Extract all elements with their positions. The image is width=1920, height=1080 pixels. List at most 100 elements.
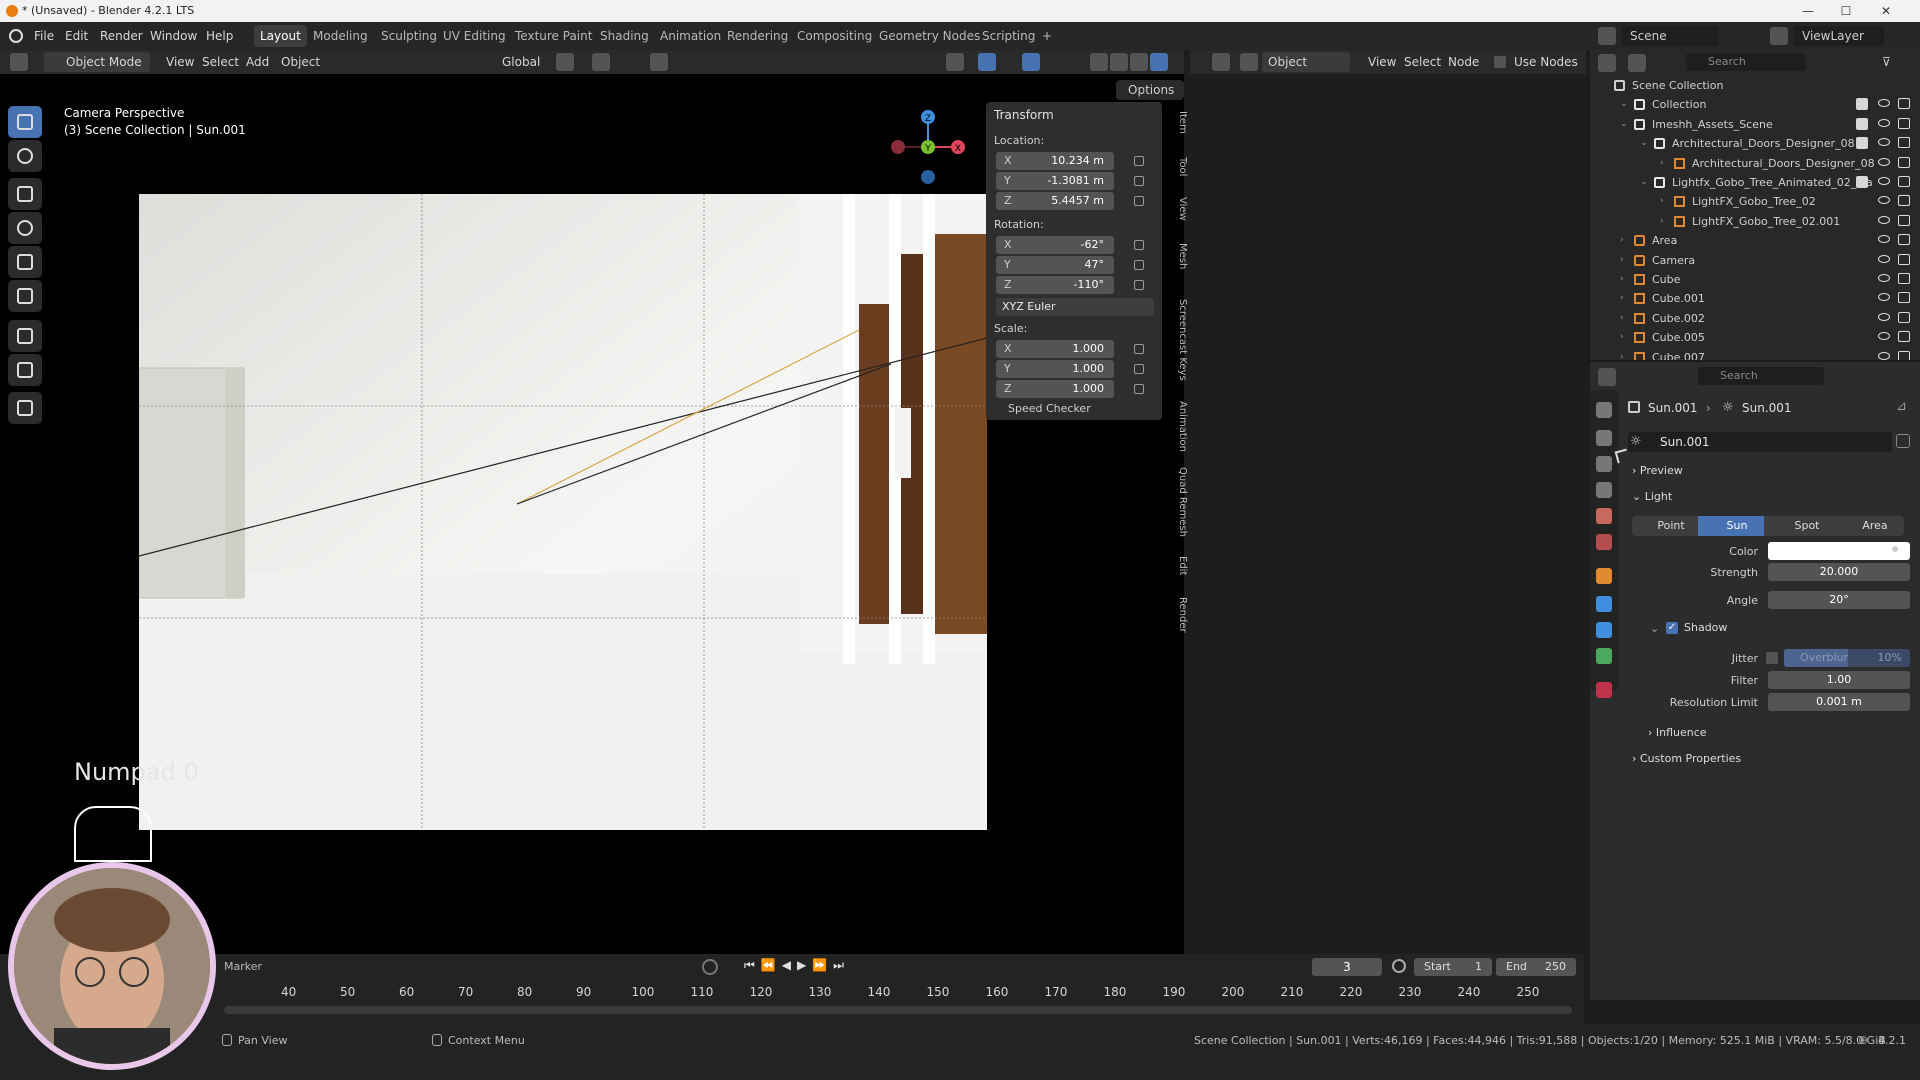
eye-icon[interactable] <box>1878 177 1890 185</box>
eye-icon[interactable] <box>1878 157 1890 166</box>
filter-field[interactable]: 1.00 <box>1768 671 1910 689</box>
render-visibility-icon[interactable] <box>1898 176 1910 187</box>
orientation-dropdown[interactable]: Global <box>480 52 546 72</box>
shadow-checkbox[interactable]: ✓ <box>1666 622 1678 634</box>
sidebar-tab-animation[interactable]: Animation <box>1168 396 1188 456</box>
outliner-row[interactable]: › Cube.007 <box>1590 348 1920 360</box>
eye-icon[interactable] <box>1878 235 1890 244</box>
shading-solid-icon[interactable] <box>1110 53 1128 71</box>
display-mode-icon[interactable] <box>1628 54 1646 72</box>
keyframe-dot-icon[interactable] <box>1892 546 1898 552</box>
shader-type-dropdown[interactable]: Object <box>1262 52 1350 72</box>
properties-search-input[interactable]: Search <box>1698 367 1824 385</box>
shading-material-icon[interactable] <box>1130 53 1148 71</box>
visibility-icon[interactable] <box>946 53 964 71</box>
expand-icon[interactable]: ⌄ <box>1640 134 1648 153</box>
cursor-tool[interactable] <box>8 140 42 172</box>
expand-icon[interactable]: › <box>1660 154 1664 173</box>
texture-tab-icon[interactable] <box>1596 682 1612 698</box>
eye-icon[interactable] <box>1878 312 1890 321</box>
render-visibility-icon[interactable] <box>1898 331 1910 343</box>
exclude-checkbox[interactable] <box>1856 137 1868 150</box>
outliner-row[interactable]: › LightFX_Gobo_Tree_02 <box>1590 192 1920 211</box>
strength-field[interactable]: 20.000 <box>1768 563 1910 581</box>
viewlayer-icon[interactable] <box>1770 27 1788 45</box>
render-visibility-icon[interactable] <box>1898 350 1910 360</box>
add-cube-tool[interactable] <box>8 392 42 424</box>
tab-layout[interactable]: Layout <box>254 25 307 47</box>
menu-help[interactable]: Help <box>206 22 233 50</box>
outliner-row[interactable]: ⌄ Architectural_Doors_Designer_08 <box>1590 134 1920 153</box>
world-tab-icon[interactable] <box>1596 534 1612 550</box>
render-visibility-icon[interactable] <box>1898 137 1910 149</box>
proportional-edit-icon[interactable] <box>650 53 668 71</box>
angle-field[interactable]: 20° <box>1768 591 1910 609</box>
jitter-checkbox[interactable] <box>1766 652 1778 664</box>
rotation-y-field[interactable]: Y 47° <box>996 256 1114 274</box>
lock-icon[interactable] <box>1134 344 1144 354</box>
overblur-slider[interactable]: Overblur 10% <box>1784 649 1910 667</box>
outliner-row[interactable]: Scene Collection <box>1590 76 1920 95</box>
render-visibility-icon[interactable] <box>1898 117 1910 129</box>
eye-icon[interactable] <box>1878 351 1890 360</box>
eye-icon[interactable] <box>1878 293 1890 302</box>
eye-icon[interactable] <box>1878 332 1890 341</box>
object-menu[interactable]: Object <box>275 52 326 72</box>
output-tab-icon[interactable] <box>1596 456 1612 472</box>
tab-compositing[interactable]: Compositing <box>791 25 878 47</box>
rotation-mode-dropdown[interactable]: XYZ Euler <box>996 298 1154 316</box>
lock-icon[interactable] <box>1134 176 1144 186</box>
scene-selector[interactable]: Scene <box>1622 26 1718 46</box>
view-layer-tab-icon[interactable] <box>1596 482 1612 498</box>
light-panel-header[interactable]: ⌄ Light <box>1632 490 1672 503</box>
shading-rendered-icon[interactable] <box>1150 53 1168 71</box>
start-frame-field[interactable]: Start 1 <box>1414 958 1492 976</box>
lock-icon[interactable] <box>1134 196 1144 206</box>
outliner-row[interactable]: ⌄ Lightfx_Gobo_Tree_Animated_02_Pla <box>1590 173 1920 192</box>
object-type-icon[interactable] <box>1240 53 1258 71</box>
tab-modeling[interactable]: Modeling <box>307 25 374 47</box>
tab-geometry-nodes[interactable]: Geometry Nodes <box>873 25 986 47</box>
scale-x-field[interactable]: X 1.000 <box>996 340 1114 358</box>
constraints-tab-icon[interactable] <box>1596 622 1612 638</box>
outliner-row[interactable]: › LightFX_Gobo_Tree_02.001 <box>1590 212 1920 231</box>
eye-icon[interactable] <box>1878 138 1890 147</box>
expand-icon[interactable]: ⌄ <box>1620 95 1628 114</box>
location-y-field[interactable]: Y -1.3081 m <box>996 172 1114 190</box>
light-type-spot[interactable]: Spot <box>1768 516 1834 536</box>
expand-icon[interactable]: › <box>1660 192 1664 211</box>
scale-z-field[interactable]: Z 1.000 <box>996 380 1114 398</box>
maximize-button[interactable]: ☐ <box>1826 0 1866 22</box>
expand-icon[interactable]: › <box>1620 309 1624 328</box>
lock-icon[interactable] <box>1134 260 1144 270</box>
minimize-button[interactable]: — <box>1788 0 1828 22</box>
close-button[interactable]: ✕ <box>1866 0 1906 22</box>
light-datablock-field[interactable]: ☼ Sun.001 <box>1628 432 1892 452</box>
expand-icon[interactable]: › <box>1660 212 1664 231</box>
annotate-tool[interactable] <box>8 320 42 352</box>
tab-animation[interactable]: Animation <box>654 25 727 47</box>
menu-edit[interactable]: Edit <box>65 22 88 50</box>
node-view-menu[interactable]: View <box>1362 52 1402 72</box>
menu-window[interactable]: Window <box>150 22 197 50</box>
render-visibility-icon[interactable] <box>1898 98 1910 110</box>
move-tool[interactable] <box>8 178 42 210</box>
node-select-menu[interactable]: Select <box>1398 52 1447 72</box>
object-tab-icon[interactable] <box>1596 568 1612 584</box>
outliner-row[interactable]: ⌄ Imeshh_Assets_Scene <box>1590 115 1920 134</box>
render-visibility-icon[interactable] <box>1898 311 1910 323</box>
rotation-x-field[interactable]: X -62° <box>996 236 1114 254</box>
sidebar-tab-quad-remesh[interactable]: Quad Remesh <box>1168 466 1188 538</box>
end-frame-field[interactable]: End 250 <box>1496 958 1576 976</box>
select-menu[interactable]: Select <box>196 52 245 72</box>
scene-tab-icon[interactable] <box>1596 508 1612 524</box>
sidebar-tab-mesh[interactable]: Mesh <box>1168 236 1188 276</box>
sidebar-tab-item[interactable]: Item <box>1168 104 1188 140</box>
expand-icon[interactable]: › <box>1620 328 1624 347</box>
lock-icon[interactable] <box>1134 364 1144 374</box>
shader-editor-area[interactable] <box>1190 74 1586 954</box>
tool-tab-icon[interactable] <box>1596 402 1612 418</box>
physics-tab-icon[interactable] <box>1596 596 1612 612</box>
scale-y-field[interactable]: Y 1.000 <box>996 360 1114 378</box>
menu-file[interactable]: File <box>34 22 54 50</box>
